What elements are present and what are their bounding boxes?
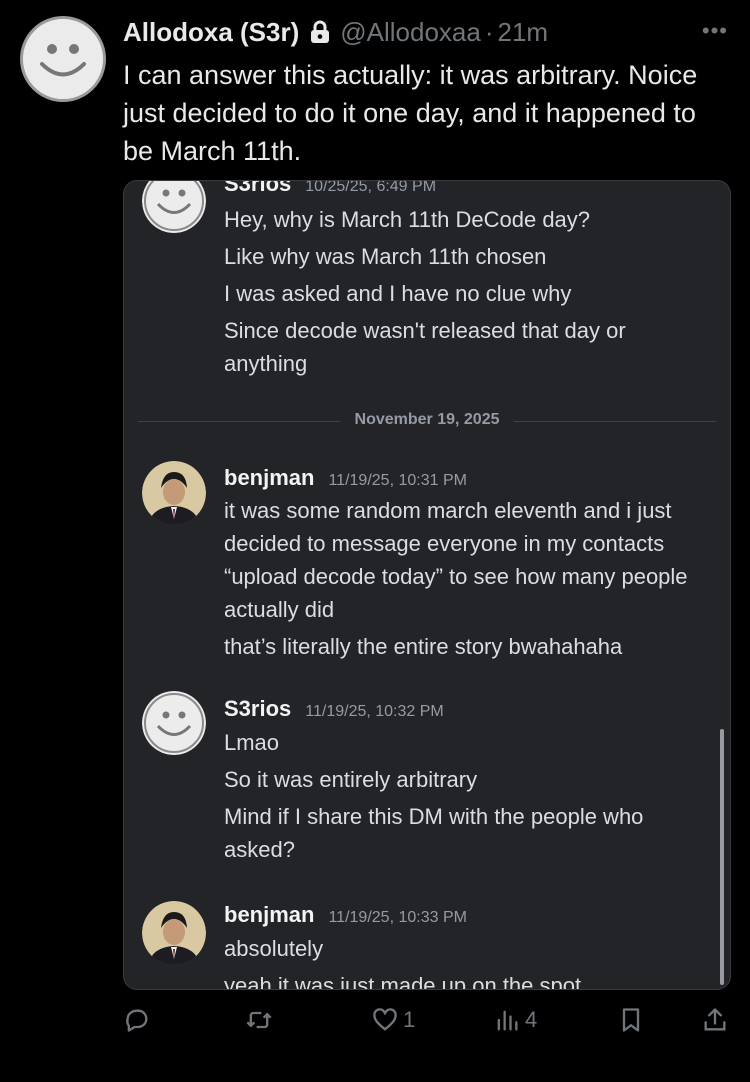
media-image[interactable]: S3rios 10/25/25, 6:49 PM Hey, why is Mar… [123,180,731,990]
message-line: Since decode wasn't released that day or… [224,318,626,376]
heart-icon [373,1008,397,1031]
views-button[interactable]: 4 [493,1006,537,1034]
share-icon [704,1008,726,1031]
message-line: So it was entirely arbitrary [224,767,478,792]
message-line: Lmao [224,730,280,755]
message-username[interactable]: benjman [224,902,314,928]
bookmark-icon [622,1008,640,1032]
smiley-face-icon [142,181,206,233]
retweet-button[interactable] [245,1006,273,1034]
views-icon [497,1010,518,1031]
message-line: that’s literally the entire story bwahah… [224,634,623,659]
smiley-face-icon [142,691,206,755]
message-username[interactable]: S3rios [224,696,291,722]
avatar[interactable] [142,691,206,755]
views-count: 4 [525,1007,538,1032]
date-divider-label: November 19, 2025 [340,411,514,429]
message-line: absolutely [224,936,324,961]
avatar[interactable] [142,901,206,965]
like-count: 1 [403,1007,416,1032]
author-display-name[interactable]: Allodoxa (S3r) [123,17,299,48]
tweet-text: I can answer this actually: it was arbit… [123,60,698,166]
tweet-header: Allodoxa (S3r) @Allodoxaa · 21m ••• [123,12,730,52]
like-button[interactable]: 1 [371,1006,415,1034]
tweet-timestamp[interactable]: 21m [498,17,549,48]
tweet-action-bar: 1 4 [123,1006,730,1046]
more-options-icon[interactable]: ••• [702,18,728,44]
message-username[interactable]: S3rios [224,181,291,197]
message-line: Like why was March 11th chosen [224,244,547,269]
message-timestamp: 10/25/25, 6:49 PM [305,180,437,195]
scrollbar[interactable] [720,729,724,985]
message-timestamp: 11/19/25, 10:32 PM [305,703,444,720]
separator-dot: · [484,16,494,47]
message-line: it was some random march eleventh and i … [224,498,688,622]
person-photo-icon [142,461,206,525]
author-handle[interactable]: @Allodoxaa [340,17,481,48]
message-username[interactable]: benjman [224,465,314,491]
share-button[interactable] [701,1006,729,1034]
reply-icon [126,1009,148,1032]
lock-icon [309,20,331,44]
author-avatar[interactable] [20,16,106,102]
message-line: yeah it was just made up on the spot [224,973,582,990]
message-line: Mind if I share this DM with the people … [224,804,644,862]
avatar[interactable] [142,461,206,525]
reply-button[interactable] [123,1006,151,1034]
message-line: Hey, why is March 11th DeCode day? [224,207,591,232]
bookmark-button[interactable] [617,1006,645,1034]
message-timestamp: 11/19/25, 10:33 PM [328,909,467,926]
message-line: I was asked and I have no clue why [224,281,572,306]
retweet-icon [246,1011,272,1029]
smiley-face-icon [23,19,103,99]
message-timestamp: 11/19/25, 10:31 PM [328,472,467,489]
person-photo-icon [142,901,206,965]
avatar[interactable] [142,181,206,233]
